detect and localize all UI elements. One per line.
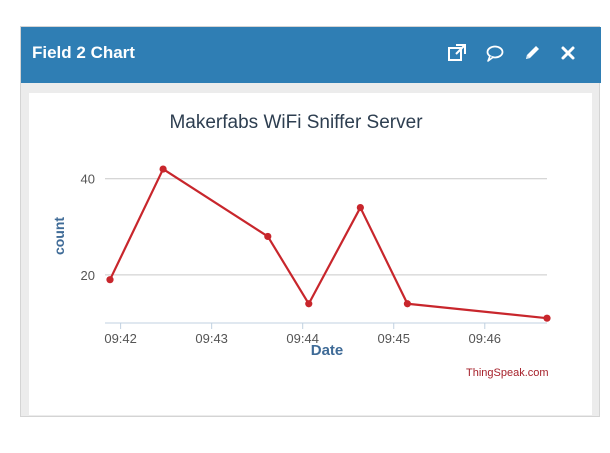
y-axis-label: count [51, 217, 67, 255]
x-tick-label: 09:46 [469, 331, 502, 346]
chart-widget: Field 2 Chart Makerfabs WiFi Sniffer Ser… [20, 26, 601, 417]
series-line [109, 167, 548, 320]
widget-title: Field 2 Chart [32, 43, 135, 62]
external-link-icon[interactable] [446, 42, 468, 64]
data-point[interactable] [264, 232, 272, 241]
data-point[interactable] [356, 203, 364, 212]
x-tick-label: 09:44 [286, 331, 319, 346]
data-point[interactable] [106, 276, 114, 284]
y-tick-label: 20 [81, 268, 95, 283]
x-tick-label: 09:42 [104, 331, 137, 346]
x-tick-label: 09:45 [377, 331, 410, 346]
thingspeak-credit-link[interactable]: ThingSpeak.com [466, 367, 549, 379]
x-tick-label: 09:43 [195, 331, 228, 346]
close-icon[interactable] [557, 42, 579, 64]
widget-header: Field 2 Chart [21, 27, 601, 83]
data-point[interactable] [403, 300, 412, 308]
comment-icon[interactable] [484, 42, 506, 64]
pencil-icon[interactable] [521, 42, 543, 64]
chart-panel: Makerfabs WiFi Sniffer Server count Date… [29, 93, 592, 415]
data-point[interactable] [159, 165, 167, 173]
data-point[interactable] [305, 300, 313, 308]
chart-title: Makerfabs WiFi Sniffer Server [169, 112, 423, 133]
y-tick-label: 40 [81, 172, 95, 187]
data-point[interactable] [543, 314, 551, 322]
